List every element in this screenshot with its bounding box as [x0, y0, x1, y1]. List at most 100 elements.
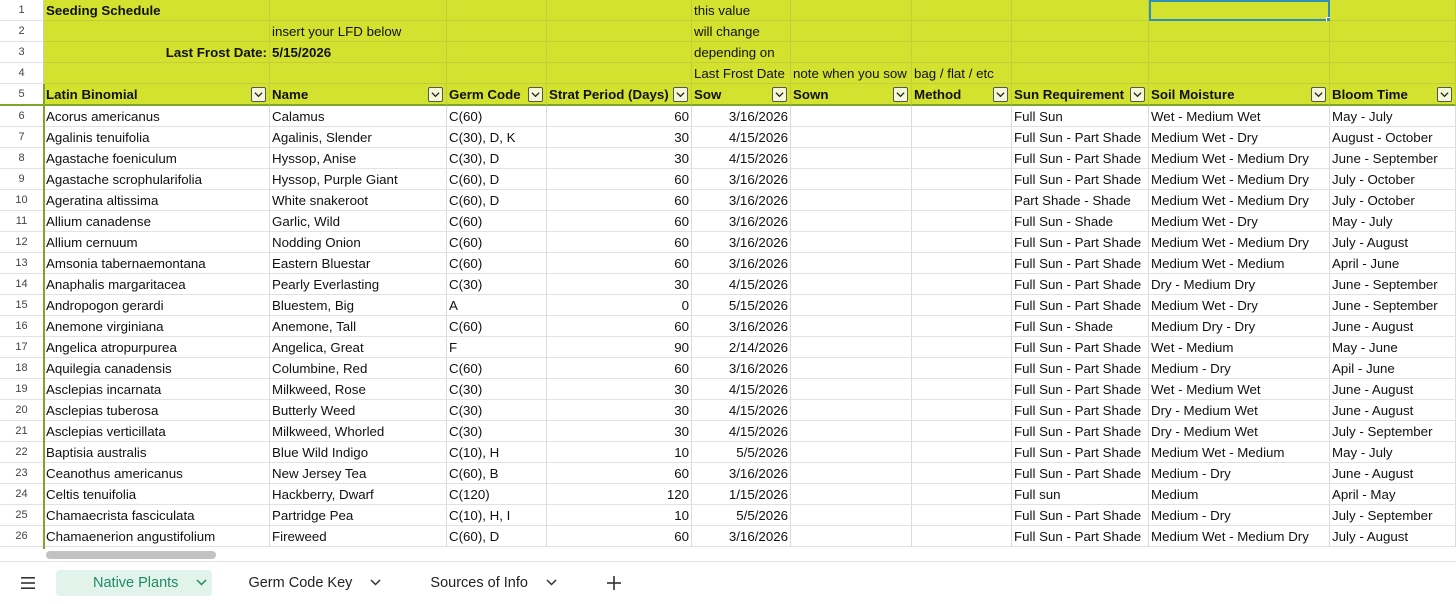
cell[interactable]: 3/16/2026: [692, 211, 791, 232]
cell[interactable]: Wet - Medium Wet: [1149, 379, 1330, 400]
cell[interactable]: 90: [547, 337, 692, 358]
cell[interactable]: [912, 190, 1012, 211]
row-number[interactable]: 10: [0, 190, 44, 211]
cell[interactable]: August - October: [1330, 127, 1456, 148]
row-number[interactable]: 8: [0, 148, 44, 169]
cell[interactable]: Garlic, Wild: [270, 211, 447, 232]
cell[interactable]: Medium - Dry: [1149, 358, 1330, 379]
cell[interactable]: C(120): [447, 484, 547, 505]
cell[interactable]: Acorus americanus: [44, 106, 270, 127]
cell[interactable]: [912, 463, 1012, 484]
cell[interactable]: 3/16/2026: [692, 316, 791, 337]
cell[interactable]: F: [447, 337, 547, 358]
cell[interactable]: 3/16/2026: [692, 169, 791, 190]
cell[interactable]: Hyssop, Purple Giant: [270, 169, 447, 190]
cell[interactable]: New Jersey Tea: [270, 463, 447, 484]
cell[interactable]: Full Sun - Part Shade: [1012, 400, 1149, 421]
cell[interactable]: Blue Wild Indigo: [270, 442, 447, 463]
cell[interactable]: C(30): [447, 400, 547, 421]
cell[interactable]: May - July: [1330, 211, 1456, 232]
cell[interactable]: 3/16/2026: [692, 253, 791, 274]
chevron-down-icon[interactable]: [370, 577, 382, 589]
horizontal-scrollbar[interactable]: [0, 549, 1456, 561]
cell[interactable]: Full Sun - Part Shade: [1012, 148, 1149, 169]
cell[interactable]: 10: [547, 442, 692, 463]
row-number[interactable]: 5: [0, 84, 44, 106]
row-number[interactable]: 23: [0, 463, 44, 484]
row-number[interactable]: 22: [0, 442, 44, 463]
cell[interactable]: Full Sun: [1012, 106, 1149, 127]
row-number[interactable]: 24: [0, 484, 44, 505]
cell[interactable]: 4/15/2026: [692, 421, 791, 442]
cell[interactable]: C(60), D: [447, 169, 547, 190]
cell[interactable]: [791, 232, 912, 253]
row-number[interactable]: 4: [0, 63, 44, 84]
cell[interactable]: 30: [547, 274, 692, 295]
cell[interactable]: [791, 337, 912, 358]
cell[interactable]: [912, 316, 1012, 337]
cell[interactable]: Part Shade - Shade: [1012, 190, 1149, 211]
cell[interactable]: June - September: [1330, 295, 1456, 316]
cell[interactable]: 60: [547, 463, 692, 484]
cell[interactable]: [1330, 21, 1456, 42]
cell[interactable]: June - September: [1330, 274, 1456, 295]
cell[interactable]: [44, 63, 270, 84]
cell[interactable]: Medium Dry - Dry: [1149, 316, 1330, 337]
cell[interactable]: Angelica, Great: [270, 337, 447, 358]
cell[interactable]: [912, 169, 1012, 190]
cell[interactable]: C(30): [447, 379, 547, 400]
cell[interactable]: Full Sun - Part Shade: [1012, 526, 1149, 547]
cell[interactable]: [1330, 42, 1456, 63]
cell[interactable]: Wet - Medium: [1149, 337, 1330, 358]
cell[interactable]: Medium: [1149, 484, 1330, 505]
cell[interactable]: [912, 442, 1012, 463]
cell[interactable]: C(60): [447, 106, 547, 127]
cell[interactable]: [912, 253, 1012, 274]
cell[interactable]: Chamaenerion angustifolium: [44, 526, 270, 547]
cell[interactable]: Medium Wet - Medium Dry: [1149, 148, 1330, 169]
tab-germ-code-key[interactable]: Germ Code Key: [236, 570, 394, 596]
cell[interactable]: A: [447, 295, 547, 316]
cell[interactable]: 5/15/2026: [692, 295, 791, 316]
cell[interactable]: Asclepias tuberosa: [44, 400, 270, 421]
filter-dropdown-icon[interactable]: [772, 87, 787, 102]
cell[interactable]: [791, 211, 912, 232]
cell[interactable]: Full Sun - Part Shade: [1012, 505, 1149, 526]
cell[interactable]: Celtis tenuifolia: [44, 484, 270, 505]
cell[interactable]: Butterly Weed: [270, 400, 447, 421]
column-header[interactable]: Sun Requirement: [1012, 84, 1149, 106]
cell[interactable]: C(60), B: [447, 463, 547, 484]
filter-dropdown-icon[interactable]: [993, 87, 1008, 102]
column-header[interactable]: Bloom Time: [1330, 84, 1456, 106]
column-header[interactable]: Germ Code: [447, 84, 547, 106]
cell[interactable]: [912, 148, 1012, 169]
cell[interactable]: Agastache foeniculum: [44, 148, 270, 169]
cell[interactable]: [547, 21, 692, 42]
cell[interactable]: C(60): [447, 232, 547, 253]
tab-sources-of-info[interactable]: Sources of Info: [418, 570, 570, 596]
cell[interactable]: 30: [547, 127, 692, 148]
cell[interactable]: Full sun: [1012, 484, 1149, 505]
cell[interactable]: 30: [547, 148, 692, 169]
cell[interactable]: 60: [547, 526, 692, 547]
cell[interactable]: Full Sun - Part Shade: [1012, 295, 1149, 316]
cell[interactable]: Full Sun - Part Shade: [1012, 442, 1149, 463]
cell[interactable]: 3/16/2026: [692, 526, 791, 547]
cell[interactable]: [791, 106, 912, 127]
cell[interactable]: [1012, 42, 1149, 63]
cell[interactable]: [791, 316, 912, 337]
column-header[interactable]: Name: [270, 84, 447, 106]
cell[interactable]: May - June: [1330, 337, 1456, 358]
cell[interactable]: June - August: [1330, 379, 1456, 400]
cell[interactable]: Dry - Medium Wet: [1149, 400, 1330, 421]
cell[interactable]: [791, 169, 912, 190]
row-number[interactable]: 16: [0, 316, 44, 337]
cell[interactable]: Milkweed, Rose: [270, 379, 447, 400]
cell[interactable]: Eastern Bluestar: [270, 253, 447, 274]
cell[interactable]: [791, 295, 912, 316]
row-number[interactable]: 19: [0, 379, 44, 400]
cell[interactable]: C(30): [447, 421, 547, 442]
cell[interactable]: [791, 421, 912, 442]
cell[interactable]: C(60): [447, 316, 547, 337]
cell[interactable]: 60: [547, 211, 692, 232]
